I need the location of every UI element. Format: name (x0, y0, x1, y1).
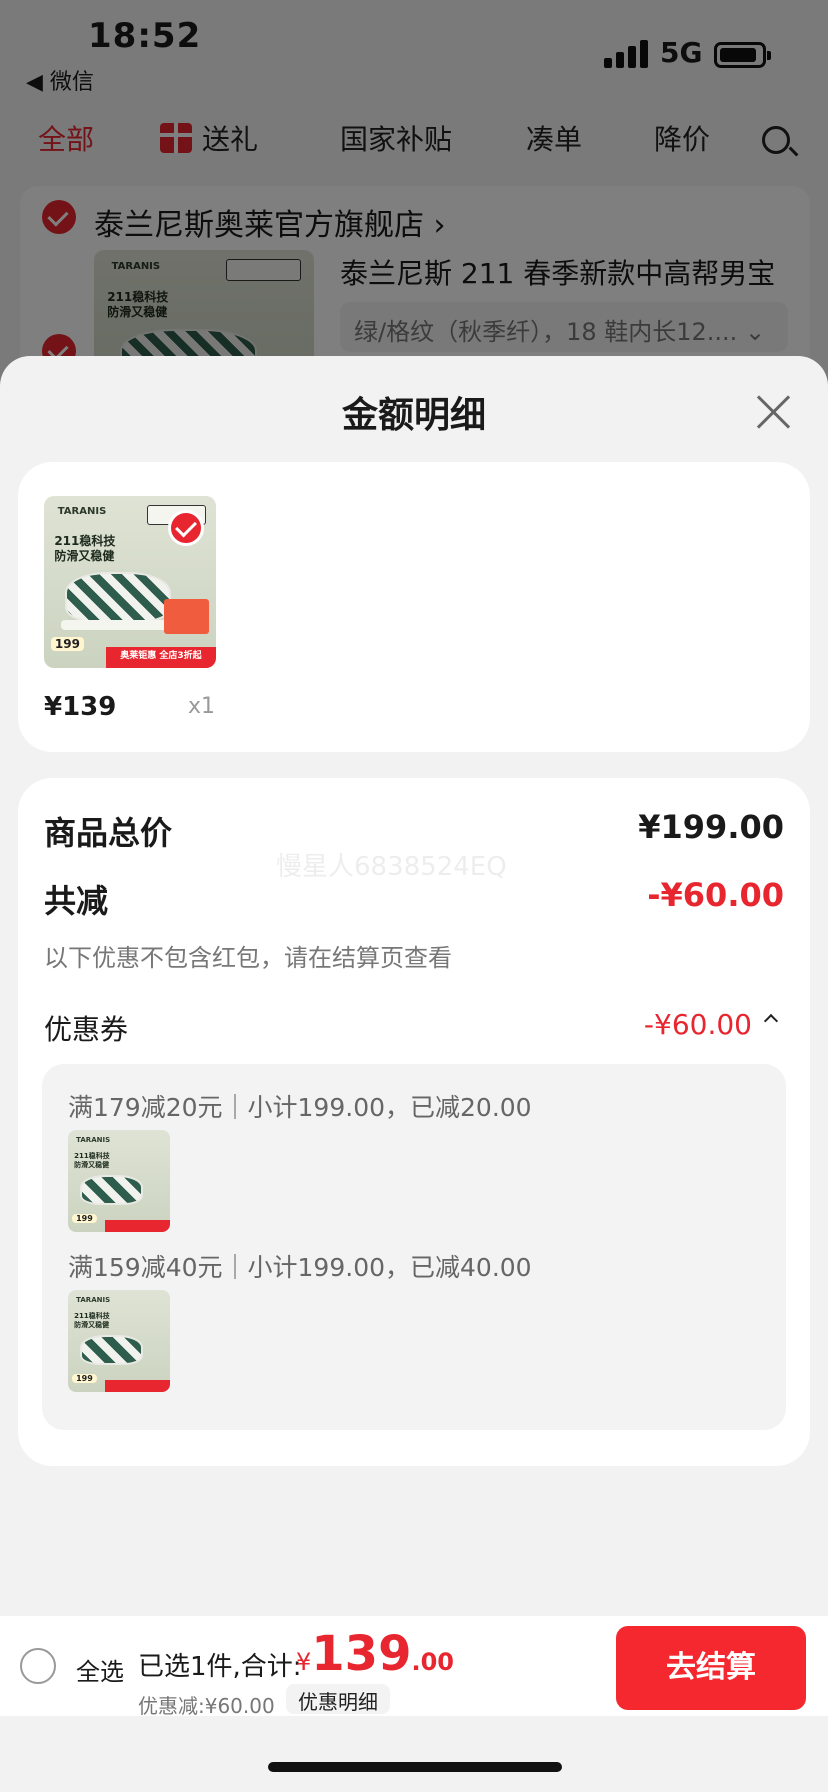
brand-text: TARANIS (76, 1136, 111, 1145)
chevron-up-icon[interactable] (763, 1013, 779, 1029)
total-amount: ¥139.00 (296, 1626, 454, 1682)
amount-detail-sheet: 金额明细 TARANIS 211稳科技 防滑又稳健 199 奥莱钜惠 全店3折起 … (0, 356, 828, 1792)
image-price-tag: 199 (72, 1373, 97, 1383)
coupon-value[interactable]: -¥60.00 (644, 1008, 752, 1041)
sheet-title: 金额明细 (341, 395, 486, 436)
coupon-detail-box: 满179减20元｜小计199.00，已减20.00 TARANIS 211稳科技… (42, 1064, 786, 1430)
promo-banner (104, 1379, 170, 1392)
select-all-checkbox[interactable] (20, 1648, 56, 1684)
checkout-button[interactable]: 去结算 (616, 1626, 806, 1710)
shoe-icon (64, 571, 172, 624)
image-price-tag: 199 (72, 1213, 97, 1223)
discount-note: 以下优惠不包含红包，请在结算页查看 (44, 944, 452, 972)
amount-integer: 139 (311, 1626, 412, 1682)
discount-summary: 优惠减:¥60.00 (138, 1694, 275, 1718)
total-reduce-label: 共减 (44, 882, 109, 920)
promo-banner: 奥莱钜惠 全店3折起 (105, 647, 216, 668)
close-icon[interactable] (754, 392, 794, 432)
promo-banner (104, 1219, 170, 1232)
checkout-bar: 全选 已选1件,合计: ¥139.00 优惠减:¥60.00 优惠明细 去结算 (0, 1616, 828, 1718)
brand-text: TARANIS (76, 1296, 111, 1305)
coupon-item-image-1: TARANIS 211稳科技 防滑又稳健 199 (68, 1130, 170, 1232)
slogan-text: 211稳科技防滑又稳健 (74, 1312, 110, 1330)
total-price-label: 商品总价 (44, 814, 173, 852)
home-indicator[interactable] (268, 1762, 562, 1772)
currency-symbol: ¥ (296, 1648, 312, 1676)
item-price: ¥139 (44, 692, 117, 722)
select-all-label[interactable]: 全选 (76, 1652, 124, 1687)
image-price-tag: 199 (50, 637, 84, 652)
shoe-icon (80, 1334, 144, 1366)
amount-decimal: .00 (411, 1648, 454, 1676)
brand-text: TARANIS (57, 506, 107, 518)
watermark: 慢星人6838524EQ (276, 852, 507, 882)
slogan-text: 211稳科技防滑又稳健 (54, 533, 116, 563)
discount-detail-button[interactable]: 优惠明细 (286, 1684, 390, 1714)
coupon-label: 优惠券 (44, 1013, 129, 1046)
shoe-icon (80, 1174, 144, 1206)
item-selected-check-icon[interactable] (168, 510, 204, 546)
promo-badge-icon (164, 599, 210, 634)
sole-shape (61, 619, 175, 631)
coupon-line-1: 满179减20元｜小计199.00，已减20.00 (68, 1093, 532, 1122)
selected-items-card: TARANIS 211稳科技 防滑又稳健 199 奥莱钜惠 全店3折起 ¥139 … (18, 462, 810, 752)
total-price-value: ¥199.00 (638, 808, 784, 846)
coupon-line-2: 满159减40元｜小计199.00，已减40.00 (68, 1253, 532, 1282)
total-reduce-value: -¥60.00 (647, 876, 784, 914)
selected-count-text: 已选1件,合计: (138, 1652, 302, 1682)
item-quantity: x1 (188, 694, 216, 719)
slogan-text: 211稳科技防滑又稳健 (74, 1152, 110, 1170)
coupon-item-image-2: TARANIS 211稳科技 防滑又稳健 199 (68, 1290, 170, 1392)
